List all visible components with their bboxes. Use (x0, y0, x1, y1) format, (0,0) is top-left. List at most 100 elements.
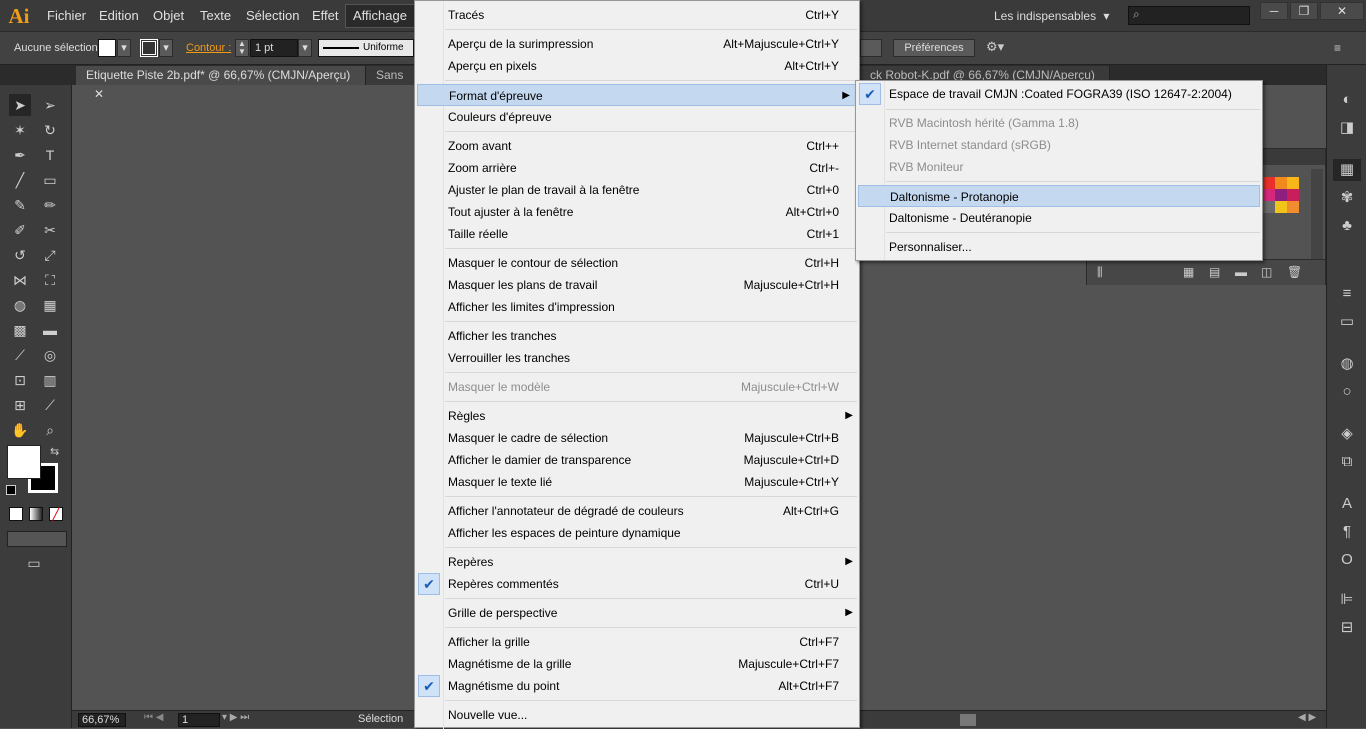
menu-item-apercu-surimpression[interactable]: Aperçu de la surimpression Alt+Majuscule+… (445, 33, 859, 55)
tab-sans-titre[interactable]: Sans tit (366, 66, 416, 85)
swatch[interactable] (1275, 201, 1287, 213)
paragraph-panel-icon[interactable]: ¶ (1333, 521, 1361, 543)
character-panel-icon[interactable]: A (1333, 493, 1361, 515)
arrange-documents-icon[interactable]: ⚙▾ (986, 39, 1018, 57)
artboards-panel-icon[interactable]: ⧉ (1333, 451, 1361, 473)
opentype-panel-icon[interactable]: O (1333, 549, 1361, 571)
menu-affichage[interactable]: Affichage (345, 4, 415, 28)
menu-item-grille-perspective[interactable]: Grille de perspective ▶ (445, 602, 859, 624)
width-tool-icon[interactable]: ⋈ (9, 269, 31, 291)
gradient-tool-icon[interactable]: ▬ (39, 319, 61, 341)
direct-selection-tool-icon[interactable]: ➢ (39, 94, 61, 116)
menu-item-zoom-avant[interactable]: Zoom avant Ctrl++ (445, 135, 859, 157)
pencil-icon[interactable]: ✏ (39, 194, 61, 216)
menu-item-magnetisme-point[interactable]: Magnétisme du point Alt+Ctrl+F7 (445, 675, 859, 697)
search-input[interactable]: ⌕ (1128, 6, 1250, 25)
workspace-switcher[interactable]: Les indispensables ▾ (986, 5, 1116, 27)
menu-item-verrouiller-tranches[interactable]: Verrouiller les tranches (445, 347, 859, 369)
perspective-grid-icon[interactable]: ▦ (39, 294, 61, 316)
mesh-tool-icon[interactable]: ▩ (9, 319, 31, 341)
menu-item-reperes[interactable]: Repères ▶ (445, 551, 859, 573)
delete-swatch-icon[interactable]: 🗑 (1287, 265, 1302, 279)
free-transform-icon[interactable]: ⛶ (39, 269, 61, 291)
swatch[interactable] (1263, 177, 1275, 189)
line-tool-icon[interactable]: ╱ (9, 169, 31, 191)
symbol-sprayer-icon[interactable]: ⊡ (9, 369, 31, 391)
type-tool-icon[interactable]: T (39, 144, 61, 166)
menu-item-tout-ajuster[interactable]: Tout ajuster à la fenêtre Alt+Ctrl+0 (445, 201, 859, 223)
menu-edition[interactable]: Edition (92, 0, 146, 32)
scroll-right-icon[interactable]: ◀ ▶ (1298, 712, 1316, 723)
artboard-tool-icon[interactable]: ⊞ (9, 394, 31, 416)
swatch[interactable] (1263, 201, 1275, 213)
proof-item-personnaliser[interactable]: Personnaliser... (886, 236, 1260, 258)
zoom-level-input[interactable]: 66,67% (78, 713, 126, 727)
swatch[interactable] (1275, 177, 1287, 189)
menu-item-masquer-cadre[interactable]: Masquer le cadre de sélection Majuscule+C… (445, 427, 859, 449)
proof-item-deuteranopie[interactable]: Daltonisme - Deutéranopie (886, 207, 1260, 229)
menu-item-traces[interactable]: Tracés Ctrl+Y (445, 4, 859, 26)
fill-color-swatch[interactable] (7, 445, 41, 479)
menu-item-afficher-tranches[interactable]: Afficher les tranches (445, 325, 859, 347)
menu-item-apercu-pixels[interactable]: Aperçu en pixels Alt+Ctrl+Y (445, 55, 859, 77)
new-swatch-icon[interactable]: ◫ (1261, 265, 1272, 279)
option-button[interactable] (860, 39, 882, 57)
preferences-button[interactable]: Préférences (893, 39, 975, 57)
menu-item-format-epreuve[interactable]: Format d'épreuve ▶ (417, 84, 857, 106)
color-panel-icon[interactable]: ◐ (1333, 89, 1361, 111)
lasso-icon[interactable]: ↻ (39, 119, 61, 141)
fill-swatch[interactable] (98, 39, 116, 57)
swatch[interactable] (1275, 189, 1287, 201)
menu-texte[interactable]: Texte (193, 0, 238, 32)
show-swatch-kinds-icon[interactable]: ▦ (1183, 265, 1194, 279)
pen-tool-icon[interactable]: ✒ (9, 144, 31, 166)
scale-tool-icon[interactable]: ⤢ (39, 244, 61, 266)
menu-item-nouvelle-vue[interactable]: Nouvelle vue... (445, 704, 859, 726)
color-guide-icon[interactable]: ◨ (1333, 117, 1361, 139)
paintbrush-icon[interactable]: ✎ (9, 194, 31, 216)
default-colors-icon[interactable] (6, 485, 16, 495)
menu-selection[interactable]: Sélection (239, 0, 306, 32)
first-artboard-icon[interactable]: ⏮ ◀ (144, 712, 163, 723)
tab-etiquette-piste[interactable]: Etiquette Piste 2b.pdf* @ 66,67% (CMJN/A… (76, 66, 366, 101)
menu-fichier[interactable]: Fichier (40, 0, 93, 32)
panel-menu-icon[interactable]: ≡ (1334, 41, 1341, 55)
maximize-button[interactable]: ❐ (1290, 2, 1318, 20)
stroke-weight-stepper[interactable]: ▲ ▼ (235, 39, 249, 57)
transform-panel-icon[interactable]: ⊟ (1333, 617, 1361, 639)
close-button[interactable]: ✕ (1320, 2, 1364, 20)
gradient-mode-icon[interactable] (29, 507, 43, 521)
proof-item-cmjn[interactable]: Espace de travail CMJN :Coated FOGRA39 (… (886, 83, 1260, 105)
chevron-down-icon[interactable]: ▾ (159, 39, 173, 57)
menu-item-masquer-contour[interactable]: Masquer le contour de sélection Ctrl+H (445, 252, 859, 274)
chevron-down-icon[interactable]: ▾ (298, 39, 312, 57)
menu-item-zoom-arriere[interactable]: Zoom arrière Ctrl+- (445, 157, 859, 179)
screen-mode-icon[interactable]: ▭ (22, 555, 46, 571)
brushes-panel-icon[interactable]: ✾ (1333, 187, 1361, 209)
graph-tool-icon[interactable]: ▥ (39, 369, 61, 391)
menu-item-couleurs-epreuve[interactable]: Couleurs d'épreuve (445, 106, 859, 128)
swatch-libraries-icon[interactable]: ⫼ (1097, 265, 1103, 280)
symbols-panel-icon[interactable]: ♣ (1333, 215, 1361, 237)
shape-builder-icon[interactable]: ◍ (9, 294, 31, 316)
swap-colors-icon[interactable]: ⇆ (50, 445, 59, 458)
new-color-group-icon[interactable]: ▬ (1235, 265, 1247, 279)
menu-effet[interactable]: Effet (305, 0, 346, 32)
proof-item-protanopie[interactable]: Daltonisme - Protanopie (858, 185, 1260, 207)
menu-item-espaces-peinture[interactable]: Afficher les espaces de peinture dynamiq… (445, 522, 859, 544)
swatch[interactable] (1287, 177, 1299, 189)
menu-item-damier-transparence[interactable]: Afficher le damier de transparence Majusc… (445, 449, 859, 471)
color-mode-icon[interactable] (9, 507, 23, 521)
menu-item-limites-impression[interactable]: Afficher les limites d'impression (445, 296, 859, 318)
slice-tool-icon[interactable]: ⟋ (39, 394, 61, 416)
swatch[interactable] (1287, 201, 1299, 213)
none-mode-icon[interactable]: ╱ (49, 507, 63, 521)
swatch-options-icon[interactable]: ▤ (1209, 265, 1220, 279)
stroke-label[interactable]: Contour : (186, 42, 231, 54)
zoom-tool-icon[interactable]: ⌕ (39, 419, 61, 441)
drawing-modes[interactable] (7, 531, 67, 547)
blob-brush-icon[interactable]: ✐ (9, 219, 31, 241)
menu-item-regles[interactable]: Règles ▶ (445, 405, 859, 427)
close-icon[interactable]: ✕ (94, 87, 104, 101)
stroke-weight-input[interactable]: 1 pt (250, 39, 298, 57)
